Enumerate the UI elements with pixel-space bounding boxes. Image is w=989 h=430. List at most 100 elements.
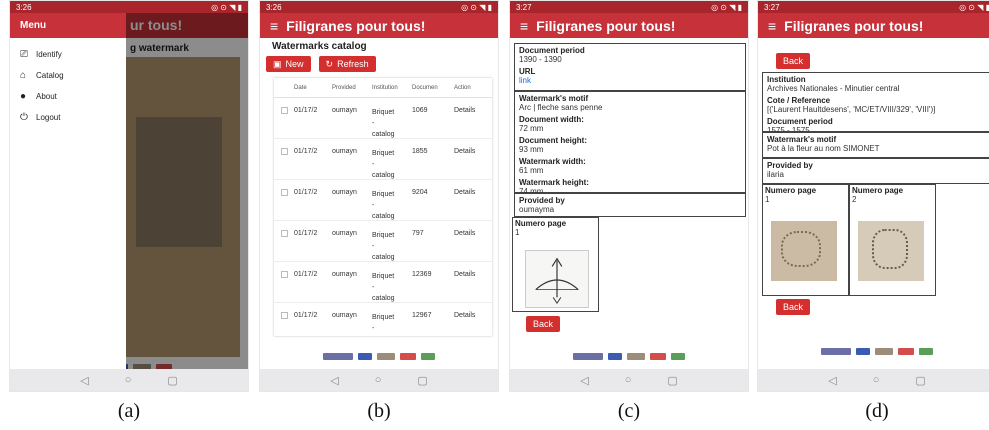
caption-c: (c) bbox=[617, 400, 641, 422]
field-label: Watermark height: bbox=[519, 178, 589, 187]
phone-screen-details-arc: 3:27 ◎ ⊙ ◥ ▮ ≡ Filigranes pour tous! Doc… bbox=[509, 0, 749, 392]
provided-cell: oumayn bbox=[332, 107, 357, 114]
document-period-value: 1390 - 1390 bbox=[519, 55, 562, 64]
back-button[interactable]: Back bbox=[776, 53, 811, 69]
institution-line: catalog bbox=[372, 172, 395, 179]
menu-item-about[interactable]: ● About bbox=[10, 86, 126, 107]
table-row[interactable]: 01/17/2 oumayn Briquet - catalog 1069 Details bbox=[274, 98, 492, 139]
details-link[interactable]: Details bbox=[454, 271, 484, 278]
row-checkbox[interactable] bbox=[274, 230, 294, 237]
navigation-drawer: Menu ⎚ Identify ⌂ Catalog ● About ⏻ Logo… bbox=[10, 13, 126, 371]
back-button[interactable]: Back bbox=[526, 316, 561, 332]
institution-line: - bbox=[372, 284, 375, 291]
watermark-thumbnail[interactable] bbox=[525, 250, 589, 308]
row-checkbox[interactable] bbox=[274, 189, 294, 196]
table-row[interactable]: 01/17/2 oumayn Briquet - catalog 1855 Details bbox=[274, 139, 492, 180]
watermark-thumbnail[interactable] bbox=[771, 221, 837, 281]
page-card: Numero page 1 bbox=[512, 217, 599, 312]
date-cell: 01/17/2 bbox=[294, 148, 318, 155]
menu-item-catalog[interactable]: ⌂ Catalog bbox=[10, 65, 126, 86]
institution-cell: Briquet - catalog bbox=[372, 148, 412, 181]
recents-nav-icon[interactable]: ▢ bbox=[915, 374, 925, 387]
back-nav-icon[interactable]: ◁ bbox=[330, 374, 338, 387]
phone-screen-menu: 3:26 ◎ ⊙ ◥ ▮ ur tous! g watermark Menu ⎚… bbox=[9, 0, 249, 392]
status-time: 3:27 bbox=[764, 2, 780, 12]
table-row[interactable]: 01/17/2 oumayn Briquet - catalog 9204 Details bbox=[274, 180, 492, 221]
menu-icon[interactable]: ≡ bbox=[520, 18, 528, 34]
institution-line: Briquet bbox=[372, 273, 395, 280]
app-title: Filigranes pour tous! bbox=[536, 17, 676, 34]
document-cell: 797 bbox=[412, 230, 424, 237]
status-time: 3:26 bbox=[16, 2, 32, 12]
details-link[interactable]: Details bbox=[454, 230, 484, 237]
home-nav-icon[interactable]: ○ bbox=[125, 374, 132, 386]
partner-logos bbox=[260, 348, 498, 364]
app-title: Filigranes pour tous! bbox=[286, 17, 426, 34]
row-checkbox[interactable] bbox=[274, 107, 294, 114]
institution-line: catalog bbox=[372, 213, 395, 220]
document-cell: 1069 bbox=[412, 107, 428, 114]
provider-value: oumayma bbox=[519, 205, 555, 214]
row-checkbox[interactable] bbox=[274, 148, 294, 155]
watermark-width-value: 61 mm bbox=[519, 166, 544, 175]
refresh-button[interactable]: ↻ Refresh bbox=[318, 56, 376, 72]
recents-nav-icon[interactable]: ▢ bbox=[667, 374, 677, 387]
field-label: Numero page bbox=[765, 186, 817, 195]
row-checkbox[interactable] bbox=[274, 312, 294, 319]
home-nav-icon[interactable]: ○ bbox=[873, 374, 880, 386]
back-nav-icon[interactable]: ◁ bbox=[80, 374, 88, 387]
back-button-bottom[interactable]: Back bbox=[776, 299, 811, 315]
menu-icon[interactable]: ≡ bbox=[768, 18, 776, 34]
field-label: Watermark width: bbox=[519, 157, 586, 166]
status-icons: ◎ ⊙ ◥ ▮ bbox=[959, 2, 989, 12]
details-link[interactable]: Details bbox=[454, 148, 484, 155]
watermark-info-card: Watermark's motif Pot à la fleur au nom … bbox=[762, 132, 989, 158]
new-button-label: New bbox=[285, 59, 304, 69]
table-row[interactable]: 01/17/2 oumayn Briquet - catalog 797 Details bbox=[274, 221, 492, 262]
institution-line: - bbox=[372, 161, 375, 168]
phone-screen-catalog: 3:26 ◎ ⊙ ◥ ▮ ≡ Filigranes pour tous! Wat… bbox=[259, 0, 499, 392]
document-cell: 9204 bbox=[412, 189, 428, 196]
table-row[interactable]: 01/17/2 oumayn Briquet - catalog 12369 Details bbox=[274, 262, 492, 303]
document-info-card: Document period 1390 - 1390 URL link bbox=[514, 43, 746, 91]
back-nav-icon[interactable]: ◁ bbox=[580, 374, 588, 387]
provided-cell: oumayn bbox=[332, 189, 357, 196]
recents-nav-icon[interactable]: ▢ bbox=[167, 374, 177, 387]
watermark-thumbnail[interactable] bbox=[858, 221, 924, 281]
back-nav-icon[interactable]: ◁ bbox=[828, 374, 836, 387]
new-button[interactable]: ▣ New bbox=[266, 56, 311, 72]
status-bar: 3:26 ◎ ⊙ ◥ ▮ bbox=[10, 1, 248, 13]
date-cell: 01/17/2 bbox=[294, 189, 318, 196]
details-link[interactable]: Details bbox=[454, 189, 484, 196]
android-nav-bar: ◁ ○ ▢ bbox=[510, 369, 748, 391]
home-nav-icon[interactable]: ○ bbox=[375, 374, 382, 386]
provided-cell: oumayn bbox=[332, 312, 357, 319]
provider-card: Provided by ilaria bbox=[762, 158, 989, 184]
institution-line: - bbox=[372, 243, 375, 250]
home-nav-icon[interactable]: ○ bbox=[625, 374, 632, 386]
column-header: Action bbox=[454, 84, 471, 91]
table-row[interactable]: 01/17/2 oumayn Briquet - 12967 Details bbox=[274, 303, 492, 336]
url-link[interactable]: link bbox=[519, 76, 741, 85]
institution-line: Briquet bbox=[372, 150, 395, 157]
menu-item-logout[interactable]: ⏻ Logout bbox=[10, 107, 126, 128]
menu-item-label: About bbox=[36, 92, 57, 101]
menu-icon[interactable]: ≡ bbox=[270, 18, 278, 34]
table-header: Date Provided Institution Documen Action bbox=[274, 78, 492, 98]
institution-cell: Briquet - catalog bbox=[372, 107, 412, 140]
institution-cell: Briquet - catalog bbox=[372, 271, 412, 304]
details-link[interactable]: Details bbox=[454, 312, 484, 319]
power-icon: ⏻ bbox=[20, 112, 28, 123]
institution-line: Briquet bbox=[372, 109, 395, 116]
partner-logos bbox=[758, 343, 989, 359]
menu-title: Menu bbox=[20, 20, 47, 31]
details-link[interactable]: Details bbox=[454, 107, 484, 114]
motif-value: Arc | fleche sans penne bbox=[519, 103, 603, 112]
field-label: Document width: bbox=[519, 115, 584, 124]
menu-item-label: Identify bbox=[36, 50, 62, 59]
row-checkbox[interactable] bbox=[274, 271, 294, 278]
document-cell: 12369 bbox=[412, 271, 432, 278]
menu-item-identify[interactable]: ⎚ Identify bbox=[10, 44, 126, 65]
recents-nav-icon[interactable]: ▢ bbox=[417, 374, 427, 387]
document-cell: 12967 bbox=[412, 312, 432, 319]
